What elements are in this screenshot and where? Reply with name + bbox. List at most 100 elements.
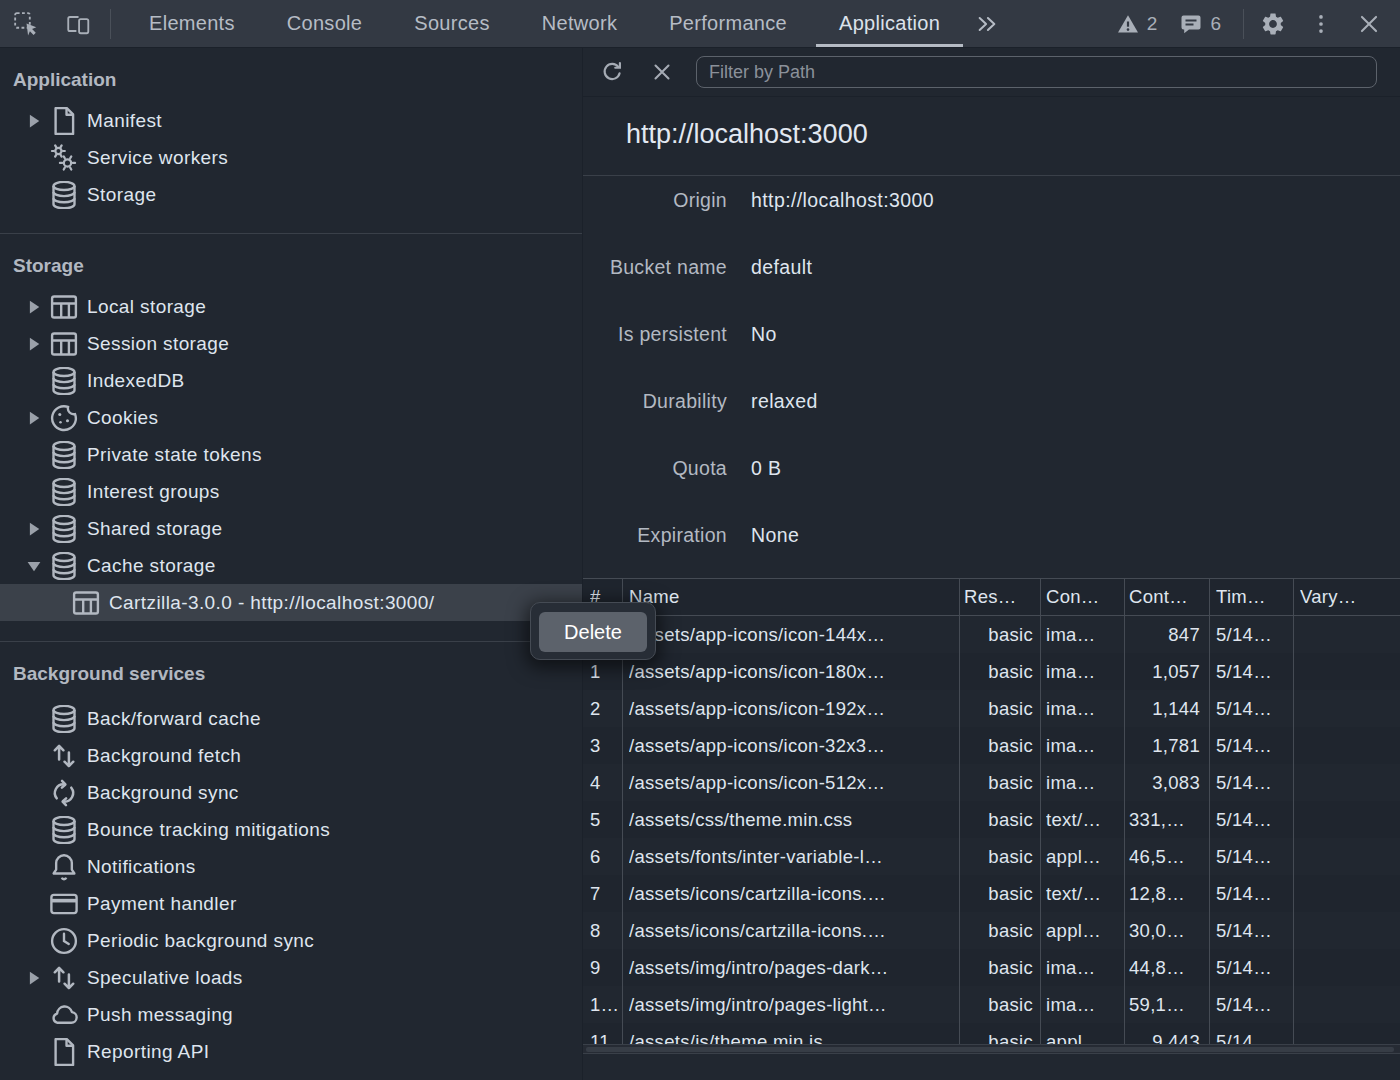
cell-col-name: /assets/css/theme.min.css xyxy=(623,801,960,838)
settings-gear-icon[interactable] xyxy=(1260,11,1286,37)
sidebar-item-interest-groups[interactable]: Interest groups xyxy=(0,473,582,510)
table-row-3[interactable]: 3/assets/app-icons/icon-32x3…basicima…1,… xyxy=(583,727,1400,764)
sidebar-item-session-storage[interactable]: Session storage xyxy=(0,325,582,362)
field-is-persistent: Is persistentNo xyxy=(583,310,1400,377)
cell-col-vary-header xyxy=(1294,653,1400,690)
field-origin: Originhttp://localhost:3000 xyxy=(583,176,1400,243)
sidebar-item-speculative-loads[interactable]: Speculative loads xyxy=(0,959,582,996)
context-menu-item-delete[interactable]: Delete xyxy=(539,612,647,652)
tab-network[interactable]: Network xyxy=(516,0,643,47)
sidebar-item-label: Interest groups xyxy=(87,481,220,503)
scrollbar-thumb[interactable] xyxy=(586,1047,1394,1052)
cell-col-vary-header xyxy=(1294,1023,1400,1044)
table-row-9[interactable]: 9/assets/img/intro/pages-dark…basicima…4… xyxy=(583,949,1400,986)
cell-col-content-type: ima… xyxy=(1041,690,1125,727)
cell-col-content-length: 30,0… xyxy=(1125,912,1210,949)
sidebar-item-label: IndexedDB xyxy=(87,370,185,392)
table-row-11[interactable]: 11/assets/js/theme.min.jsbasicappl…9,443… xyxy=(583,1023,1400,1044)
sidebar-item-service-workers[interactable]: Service workers xyxy=(0,139,582,176)
warnings-indicator[interactable]: 2 xyxy=(1116,12,1158,36)
field-expiration: ExpirationNone xyxy=(583,511,1400,578)
device-toolbar-icon[interactable] xyxy=(65,11,91,37)
kebab-menu-icon[interactable] xyxy=(1308,11,1334,37)
header-col-vary-header[interactable]: Vary… xyxy=(1294,579,1400,615)
expand-arrow-right-icon[interactable] xyxy=(27,969,50,987)
cache-storage-panel: http://localhost:3000 Originhttp://local… xyxy=(583,48,1400,1080)
topbar-right-separator xyxy=(1243,9,1244,39)
sidebar-item-shared-storage[interactable]: Shared storage xyxy=(0,510,582,547)
field-value: default xyxy=(751,256,812,279)
cell-col-content-length: 1,144 xyxy=(1125,690,1210,727)
sidebar-item-notifications[interactable]: Notifications xyxy=(0,848,582,885)
horizontal-scrollbar[interactable] xyxy=(583,1044,1400,1054)
table-row-5[interactable]: 5/assets/css/theme.min.cssbasictext/…331… xyxy=(583,801,1400,838)
sidebar-item-push-messaging[interactable]: Push messaging xyxy=(0,996,582,1033)
header-col-time-cached[interactable]: Tim… xyxy=(1210,579,1294,615)
cell-col-response-type: basic xyxy=(960,1023,1041,1044)
sidebar-item-cartzilla-3-0-0-http-localhost-3000[interactable]: Cartzilla-3.0.0 - http://localhost:3000/ xyxy=(0,584,582,621)
header-col-response-type[interactable]: Res… xyxy=(960,579,1041,615)
sidebar-item-background-fetch[interactable]: Background fetch xyxy=(0,737,582,774)
close-devtools-icon[interactable] xyxy=(1356,11,1382,37)
header-col-name[interactable]: Name xyxy=(623,579,960,615)
tab-console[interactable]: Console xyxy=(261,0,388,47)
tab-performance[interactable]: Performance xyxy=(643,0,813,47)
table-row-4[interactable]: 4/assets/app-icons/icon-512x…basicima…3,… xyxy=(583,764,1400,801)
expand-arrow-right-icon[interactable] xyxy=(27,298,50,316)
table-row-6[interactable]: 6/assets/fonts/inter-variable-l…basicapp… xyxy=(583,838,1400,875)
sidebar-item-label: Manifest xyxy=(87,110,162,132)
cell-col-content-length: 44,8… xyxy=(1125,949,1210,986)
cell-col-time-cached: 5/14… xyxy=(1210,727,1294,764)
expand-arrow-right-icon[interactable] xyxy=(27,409,50,427)
cell-col-name: /assets/app-icons/icon-144x… xyxy=(623,616,960,653)
expand-arrow-right-icon[interactable] xyxy=(27,112,50,130)
document-icon xyxy=(50,107,78,135)
more-tabs-button[interactable] xyxy=(966,0,1008,47)
sidebar-item-private-state-tokens[interactable]: Private state tokens xyxy=(0,436,582,473)
sidebar-item-payment-handler[interactable]: Payment handler xyxy=(0,885,582,922)
refresh-icon[interactable] xyxy=(599,59,625,85)
header-col-content-length[interactable]: Cont… xyxy=(1125,579,1210,615)
cache-entries-table: #NameRes…Con…Cont…Tim…Vary… 0/assets/app… xyxy=(583,578,1400,1044)
cell-col-index: 8 xyxy=(583,912,623,949)
sidebar-item-storage[interactable]: Storage xyxy=(0,176,582,213)
field-label: Durability xyxy=(583,390,727,413)
cell-col-name: /assets/js/theme.min.js xyxy=(623,1023,960,1044)
tab-application[interactable]: Application xyxy=(813,0,966,47)
table-row-7[interactable]: 7/assets/icons/cartzilla-icons.…basictex… xyxy=(583,875,1400,912)
cell-col-time-cached: 5/14… xyxy=(1210,653,1294,690)
expand-arrow-right-icon[interactable] xyxy=(27,335,50,353)
sidebar-item-bounce-tracking-mitigations[interactable]: Bounce tracking mitigations xyxy=(0,811,582,848)
expand-arrow-down-icon[interactable] xyxy=(27,557,50,575)
sidebar-item-label: Bounce tracking mitigations xyxy=(87,819,330,841)
tab-elements[interactable]: Elements xyxy=(123,0,261,47)
cell-col-time-cached: 5/14… xyxy=(1210,875,1294,912)
context-menu: Delete xyxy=(530,602,656,660)
sidebar-item-back-forward-cache[interactable]: Back/forward cache xyxy=(0,700,582,737)
sidebar-item-reporting-api[interactable]: Reporting API xyxy=(0,1033,582,1070)
cell-col-content-length: 847 xyxy=(1125,616,1210,653)
sidebar-item-cookies[interactable]: Cookies xyxy=(0,399,582,436)
table-icon xyxy=(50,293,78,321)
table-row-0[interactable]: 0/assets/app-icons/icon-144x…basicima…84… xyxy=(583,616,1400,653)
header-col-content-type[interactable]: Con… xyxy=(1041,579,1125,615)
tab-sources[interactable]: Sources xyxy=(388,0,515,47)
table-row-2[interactable]: 2/assets/app-icons/icon-192x…basicima…1,… xyxy=(583,690,1400,727)
sidebar-item-label: Background sync xyxy=(87,782,239,804)
table-row-1[interactable]: 1/assets/app-icons/icon-180x…basicima…1,… xyxy=(583,653,1400,690)
sidebar-item-cache-storage[interactable]: Cache storage xyxy=(0,547,582,584)
sidebar-item-local-storage[interactable]: Local storage xyxy=(0,288,582,325)
sidebar-item-manifest[interactable]: Manifest xyxy=(0,102,582,139)
sidebar-item-indexeddb[interactable]: IndexedDB xyxy=(0,362,582,399)
inspect-element-icon[interactable] xyxy=(13,11,39,37)
clear-icon[interactable] xyxy=(649,59,675,85)
issues-indicator[interactable]: 6 xyxy=(1179,12,1221,36)
sidebar-item-background-sync[interactable]: Background sync xyxy=(0,774,582,811)
table-row-8[interactable]: 8/assets/icons/cartzilla-icons.…basicapp… xyxy=(583,912,1400,949)
table-row-10[interactable]: 1…/assets/img/intro/pages-light…basicima… xyxy=(583,986,1400,1023)
sidebar-item-periodic-background-sync[interactable]: Periodic background sync xyxy=(0,922,582,959)
database-icon xyxy=(50,816,78,844)
expand-arrow-right-icon[interactable] xyxy=(27,520,50,538)
database-icon xyxy=(50,367,78,395)
filter-input[interactable] xyxy=(696,56,1377,88)
